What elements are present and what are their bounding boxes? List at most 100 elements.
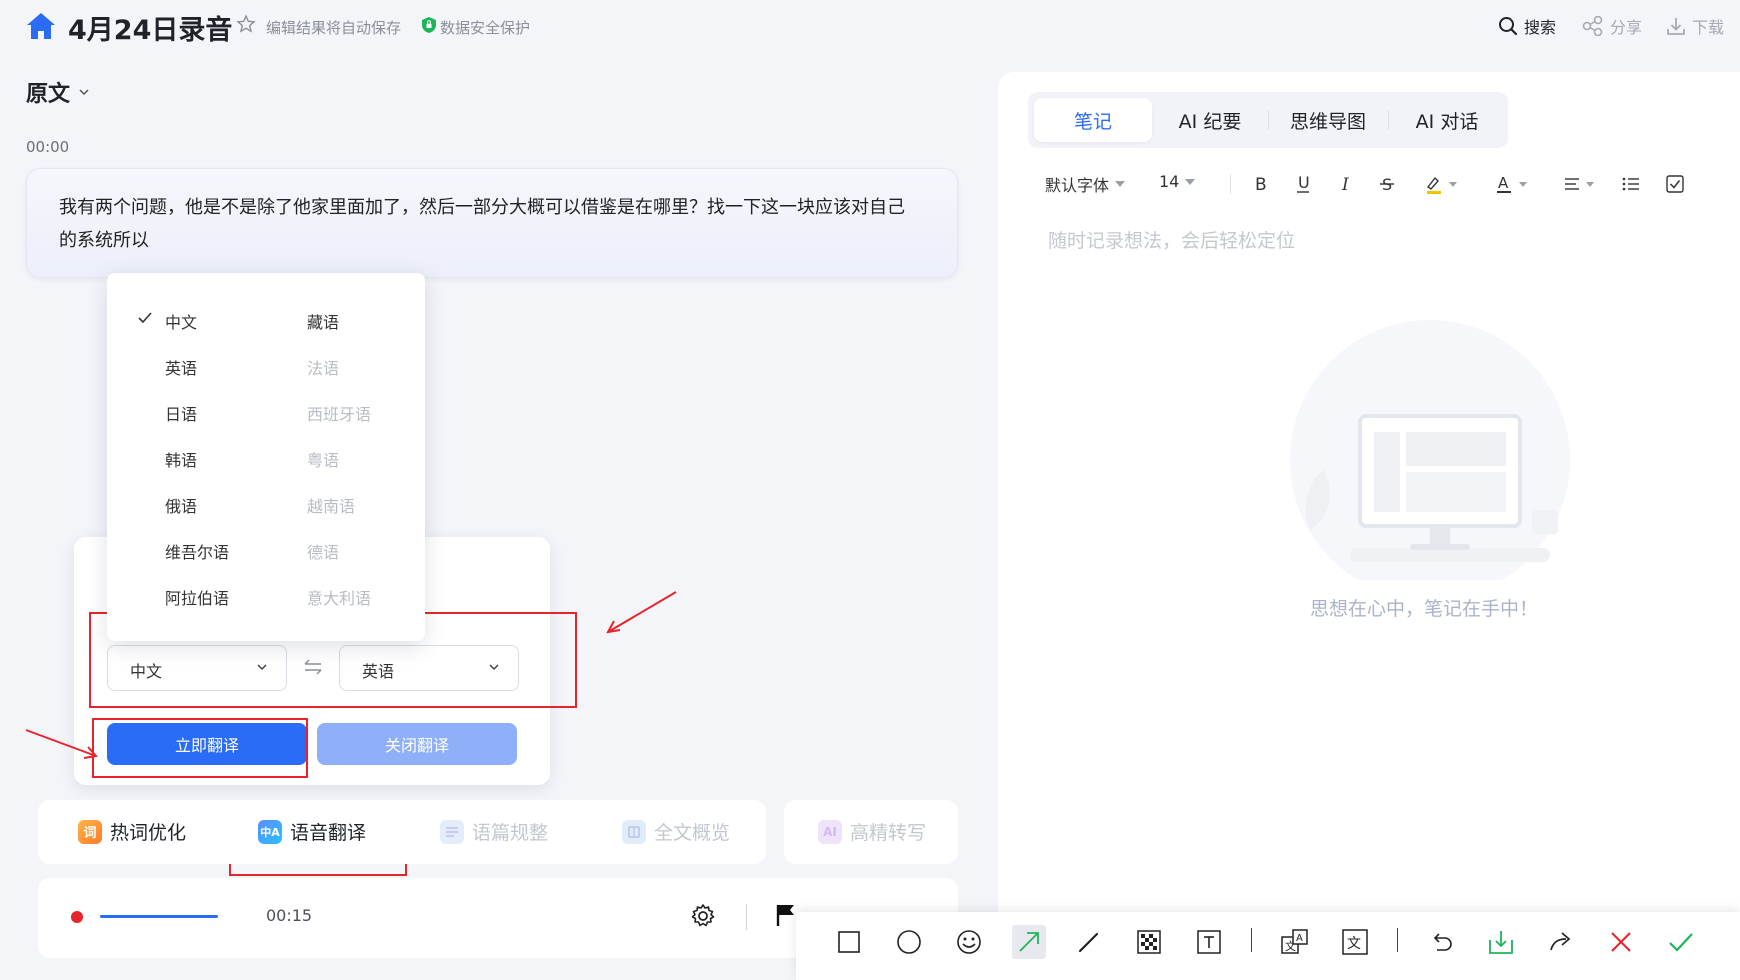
record-indicator-icon — [71, 911, 83, 923]
flag-icon[interactable] — [775, 903, 797, 927]
voice-translate-label: 语音翻译 — [290, 822, 367, 844]
italic-icon[interactable]: I — [1334, 173, 1356, 195]
svg-text:I: I — [1341, 175, 1349, 195]
svg-text:A: A — [1498, 174, 1509, 192]
lang-option-en[interactable]: 英语 — [165, 355, 197, 379]
tab-mind-map[interactable]: 思维导图 — [1272, 98, 1384, 142]
translate-icon: 中A — [258, 819, 282, 844]
transcript-text[interactable]: 我有两个问题，他是不是除了他家里面加了，然后一部分大概可以借鉴是在哪里？找一下这… — [59, 191, 917, 257]
hq-transcribe-button[interactable]: AI 高精转写 — [818, 818, 926, 845]
tab-ai-chat[interactable]: AI 对话 — [1392, 98, 1502, 142]
discourse-label: 语篇规整 — [472, 822, 549, 844]
lang-option-vi[interactable]: 越南语 — [307, 493, 355, 517]
mosaic-tool[interactable] — [1132, 925, 1166, 959]
svg-text:A: A — [1296, 933, 1303, 944]
toolbar-divider — [1397, 928, 1398, 952]
mosaic-icon — [1137, 930, 1161, 954]
translate-screenshot-tool[interactable]: 文 A — [1278, 925, 1312, 959]
lang-option-fr[interactable]: 法语 — [307, 355, 339, 379]
font-family-select[interactable]: 默认字体 — [1045, 172, 1126, 196]
share-screenshot-button[interactable] — [1544, 925, 1578, 959]
checkbox-icon[interactable] — [1664, 173, 1686, 195]
emoji-tool[interactable] — [952, 925, 986, 959]
caret-down-icon — [1115, 181, 1126, 187]
rectangle-icon — [838, 931, 860, 953]
search-icon — [1499, 17, 1518, 36]
lang-option-es[interactable]: 西班牙语 — [307, 401, 371, 425]
cancel-screenshot-button[interactable] — [1604, 925, 1638, 959]
original-text-dropdown[interactable]: 原文 — [26, 76, 90, 108]
empty-notes-text: 思想在心中，笔记在手中！ — [1310, 598, 1539, 620]
strikethrough-icon[interactable]: S — [1376, 173, 1398, 195]
share-button[interactable]: 分享 — [1582, 14, 1642, 38]
home-icon[interactable] — [26, 12, 56, 40]
caret-down-icon — [1185, 178, 1196, 185]
hotword-icon: 词 — [78, 819, 102, 844]
align-icon[interactable] — [1562, 173, 1598, 195]
ai-icon: AI — [818, 819, 842, 844]
search-label: 搜索 — [1524, 18, 1557, 37]
lang-option-bo[interactable]: 藏语 — [307, 309, 339, 333]
lang-option-it[interactable]: 意大利语 — [307, 585, 371, 609]
lang-option-ru[interactable]: 俄语 — [165, 493, 197, 517]
hotword-label: 热词优化 — [110, 822, 187, 844]
close-translate-button[interactable]: 关闭翻译 — [317, 723, 517, 765]
document-lines-icon — [440, 819, 464, 844]
undo-icon — [1433, 933, 1452, 951]
player-time: 00:15 — [266, 906, 313, 925]
page-title: 4月24日录音 — [68, 15, 233, 46]
download-button[interactable]: 下载 — [1666, 14, 1724, 38]
bullet-list-icon[interactable] — [1620, 173, 1642, 195]
voice-translate-button[interactable]: 中A 语音翻译 — [258, 818, 366, 845]
pen-tool[interactable] — [1072, 925, 1106, 959]
arrow-tool[interactable] — [1012, 925, 1046, 959]
playback-progress-track[interactable] — [100, 915, 218, 918]
tab-divider — [1388, 110, 1389, 130]
undo-button[interactable] — [1424, 925, 1458, 959]
lang-option-yue[interactable]: 粤语 — [307, 447, 339, 471]
confirm-screenshot-button[interactable] — [1664, 925, 1698, 959]
font-size-value: 14 — [1159, 172, 1180, 191]
font-color-icon[interactable]: A — [1494, 173, 1530, 195]
check-icon — [1669, 933, 1693, 952]
ellipse-tool[interactable] — [892, 925, 926, 959]
language-dropdown-menu: 中文 英语 日语 韩语 俄语 维吾尔语 阿拉伯语 藏语 法语 西班牙语 粤语 越… — [107, 273, 425, 641]
annotation-arrow-icon — [606, 591, 677, 634]
discourse-normalize-button[interactable]: 语篇规整 — [440, 818, 548, 845]
note-editor-placeholder[interactable]: 随时记录想法，会后轻松定位 — [1048, 226, 1295, 253]
autosave-note: 编辑结果将自动保存 — [266, 19, 402, 37]
lang-option-ug[interactable]: 维吾尔语 — [165, 539, 229, 563]
arrow-icon — [1019, 932, 1039, 952]
extract-text-icon: 文 — [1342, 929, 1368, 955]
lang-option-ja[interactable]: 日语 — [165, 401, 197, 425]
lang-option-de[interactable]: 德语 — [307, 539, 339, 563]
rectangle-tool[interactable] — [832, 925, 866, 959]
download-icon — [1667, 18, 1685, 35]
font-family-value: 默认字体 — [1045, 176, 1110, 195]
screenshot-annotation-toolbar — [796, 912, 1740, 980]
close-icon — [1611, 932, 1631, 952]
format-divider — [1230, 174, 1231, 194]
full-overview-button[interactable]: 全文概览 — [622, 818, 730, 845]
tab-divider — [1268, 110, 1269, 130]
share-label: 分享 — [1610, 18, 1643, 37]
lang-option-ko[interactable]: 韩语 — [165, 447, 197, 471]
search-button[interactable]: 搜索 — [1498, 14, 1556, 38]
player-divider — [746, 904, 747, 930]
highlight-icon[interactable] — [1424, 173, 1460, 195]
bold-icon[interactable]: B — [1249, 173, 1271, 195]
font-size-select[interactable]: 14 — [1159, 172, 1196, 191]
underline-icon[interactable]: U — [1292, 173, 1314, 195]
lang-option-ar[interactable]: 阿拉伯语 — [165, 585, 229, 609]
lang-option-zh[interactable]: 中文 — [165, 309, 197, 333]
svg-text:B: B — [1255, 175, 1267, 195]
save-screenshot-button[interactable] — [1484, 925, 1518, 959]
hotword-optimize-button[interactable]: 词 热词优化 — [78, 818, 186, 845]
transcript-segment[interactable]: 我有两个问题，他是不是除了他家里面加了，然后一部分大概可以借鉴是在哪里？找一下这… — [26, 168, 958, 278]
star-icon[interactable] — [236, 14, 256, 34]
text-tool[interactable] — [1192, 925, 1226, 959]
ocr-text-tool[interactable]: 文 — [1338, 925, 1372, 959]
tab-ai-summary[interactable]: AI 纪要 — [1156, 98, 1264, 142]
tab-notes[interactable]: 笔记 — [1034, 98, 1152, 142]
gear-icon[interactable] — [690, 903, 716, 929]
